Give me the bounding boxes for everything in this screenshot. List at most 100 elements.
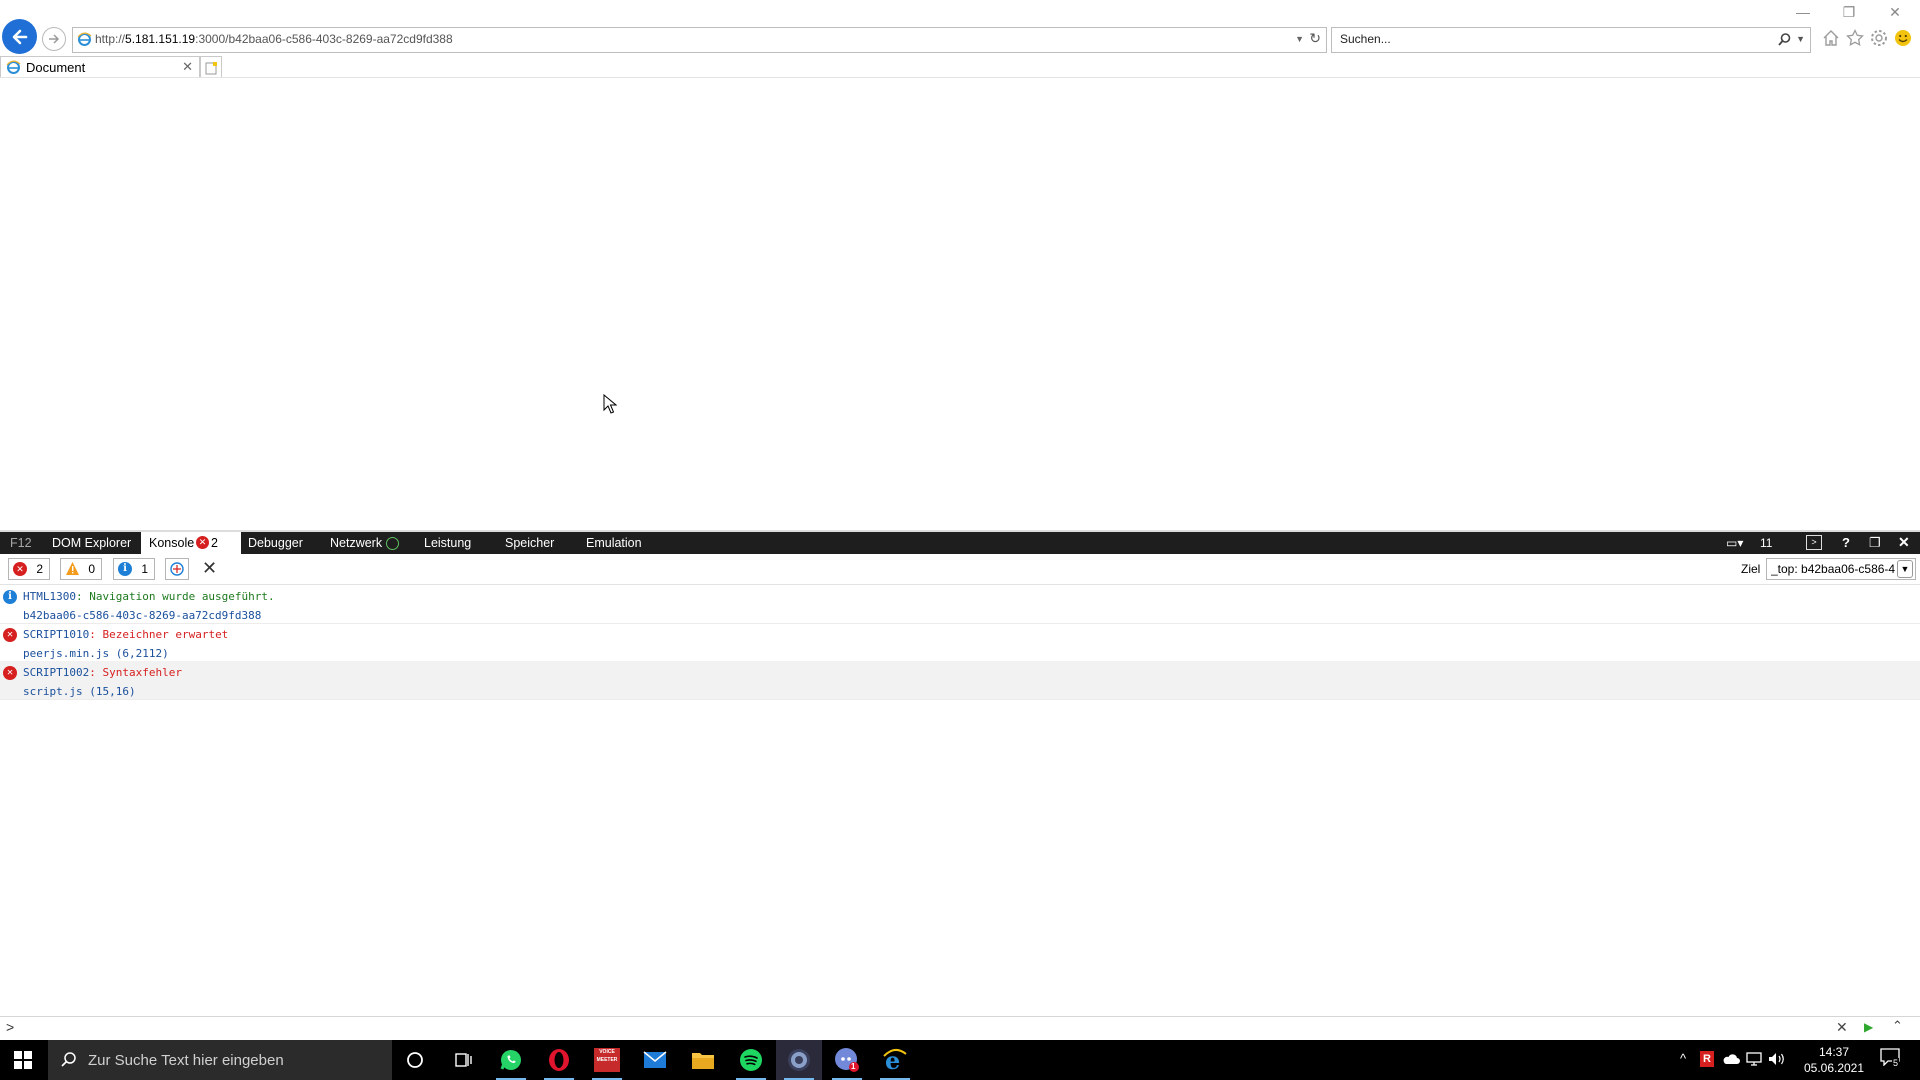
obs-icon[interactable] bbox=[776, 1040, 822, 1080]
tab-document[interactable]: Document ✕ bbox=[0, 56, 200, 79]
address-url: http://5.181.151.19:3000/b42baa06-c586-4… bbox=[95, 32, 453, 46]
arrow-right-icon bbox=[49, 34, 60, 44]
tab-emulation[interactable]: Emulation bbox=[578, 532, 650, 554]
windows-logo-icon bbox=[14, 1051, 32, 1069]
tab-f12[interactable]: F12 bbox=[2, 532, 40, 554]
tray-app-icon[interactable]: R bbox=[1700, 1051, 1714, 1067]
filter-errors-button[interactable]: ✕ 2 bbox=[8, 558, 50, 580]
tab-title: Document bbox=[26, 60, 86, 75]
volume-icon[interactable] bbox=[1768, 1052, 1786, 1066]
search-placeholder: Suchen... bbox=[1340, 32, 1391, 46]
console-message-text: SCRIPT1010: Bezeichner erwartet bbox=[23, 628, 229, 641]
preserve-log-button[interactable] bbox=[165, 558, 189, 580]
forward-button[interactable] bbox=[42, 27, 66, 51]
feedback-smiley-icon[interactable] bbox=[1894, 29, 1912, 47]
tab-dom-explorer[interactable]: DOM Explorer bbox=[44, 532, 139, 554]
page-viewport[interactable] bbox=[0, 78, 1920, 530]
devtools-tab-bar: F12 DOM Explorer Konsole ✕ 2 Debugger Ne… bbox=[0, 532, 1920, 554]
cortana-icon[interactable] bbox=[392, 1040, 438, 1080]
ie-page-icon bbox=[77, 32, 92, 46]
clock-time: 14:37 bbox=[1818, 1045, 1850, 1059]
tab-konsole[interactable]: Konsole ✕ 2 bbox=[141, 532, 241, 554]
network-icon[interactable] bbox=[1746, 1052, 1762, 1066]
refresh-icon[interactable]: ↻ bbox=[1309, 30, 1321, 47]
back-button[interactable] bbox=[2, 19, 37, 54]
ie-tab-icon bbox=[6, 60, 21, 74]
clear-console-icon[interactable]: ✕ bbox=[202, 558, 217, 579]
arrow-left-icon bbox=[12, 29, 27, 44]
discord-badge: 1 bbox=[851, 1062, 856, 1071]
voicemeeter-icon[interactable]: VOICE MEETER bbox=[584, 1040, 630, 1080]
tab-speicher[interactable]: Speicher bbox=[497, 532, 562, 554]
clear-input-icon[interactable]: ✕ bbox=[1836, 1019, 1848, 1036]
action-center-button[interactable]: 5 bbox=[1880, 1048, 1904, 1072]
clear-on-navigate-icon bbox=[170, 562, 184, 576]
chevron-down-icon: ▼ bbox=[1897, 560, 1913, 578]
settings-gear-icon[interactable] bbox=[1870, 29, 1888, 47]
tab-netzwerk[interactable]: Netzwerk bbox=[322, 532, 399, 554]
close-devtools-icon[interactable]: ✕ bbox=[1898, 534, 1910, 551]
document-mode-value[interactable]: 11 bbox=[1760, 536, 1772, 550]
console-input[interactable]: > ✕ ▶ ⌃ bbox=[0, 1016, 1920, 1039]
console-message[interactable]: i HTML1300: Navigation wurde ausgeführt.… bbox=[0, 585, 1920, 624]
konsole-error-count: 2 bbox=[211, 536, 218, 550]
info-icon: i bbox=[118, 562, 132, 576]
start-button[interactable] bbox=[0, 1040, 46, 1080]
new-tab-icon bbox=[205, 62, 217, 75]
target-select[interactable]: _top: b42baa06-c586-4( ▼ bbox=[1766, 558, 1916, 580]
console-message-text: SCRIPT1002: Syntaxfehler bbox=[23, 666, 182, 679]
whatsapp-icon[interactable] bbox=[488, 1040, 534, 1080]
console-message-source[interactable]: script.js (15,16) bbox=[23, 685, 136, 698]
record-icon bbox=[386, 537, 399, 550]
task-view-icon[interactable] bbox=[440, 1040, 486, 1080]
tab-konsole-label: Konsole bbox=[149, 536, 195, 550]
document-mode-icon[interactable]: ▭▾ bbox=[1726, 536, 1743, 550]
search-box[interactable]: Suchen... ▼ bbox=[1331, 27, 1811, 53]
expand-input-icon[interactable]: ⌃ bbox=[1892, 1018, 1903, 1034]
warning-icon bbox=[66, 562, 79, 575]
help-icon[interactable]: ? bbox=[1842, 535, 1850, 550]
console-message-text: HTML1300: Navigation wurde ausgeführt. bbox=[23, 590, 275, 603]
opera-icon[interactable] bbox=[536, 1040, 582, 1080]
notification-count: 5 bbox=[1892, 1058, 1900, 1068]
file-explorer-icon[interactable] bbox=[680, 1040, 726, 1080]
taskbar-search-box[interactable]: Zur Suche Text hier eingeben bbox=[48, 1040, 392, 1080]
console-toggle-icon[interactable]: > bbox=[1806, 535, 1822, 550]
internet-explorer-icon[interactable]: e bbox=[872, 1040, 918, 1080]
tab-debugger[interactable]: Debugger bbox=[240, 532, 311, 554]
target-select-value: _top: b42baa06-c586-4( bbox=[1771, 562, 1895, 576]
search-dropdown-icon[interactable]: ▼ bbox=[1796, 34, 1805, 44]
console-message-source[interactable]: peerjs.min.js (6,2112) bbox=[23, 647, 169, 660]
favorites-star-icon[interactable] bbox=[1846, 29, 1864, 47]
filter-warnings-button[interactable]: 0 bbox=[60, 558, 102, 580]
restore-button[interactable]: ❐ bbox=[1834, 4, 1864, 21]
voicemeeter-label: VOICE MEETER bbox=[594, 1048, 620, 1072]
console-message[interactable]: ✕ SCRIPT1002: Syntaxfehler script.js (15… bbox=[0, 661, 1920, 700]
console-message[interactable]: ✕ SCRIPT1010: Bezeichner erwartet peerjs… bbox=[0, 623, 1920, 662]
close-window-button[interactable]: ✕ bbox=[1880, 4, 1910, 21]
home-icon[interactable] bbox=[1822, 29, 1840, 47]
address-dropdown-icon[interactable]: ▼ bbox=[1295, 34, 1304, 44]
windows-taskbar: Zur Suche Text hier eingeben VOICE MEETE… bbox=[0, 1040, 1920, 1080]
error-icon: ✕ bbox=[3, 666, 17, 680]
onedrive-icon[interactable] bbox=[1722, 1053, 1740, 1065]
search-icon[interactable] bbox=[1777, 32, 1792, 47]
address-bar[interactable]: http://5.181.151.19:3000/b42baa06-c586-4… bbox=[72, 27, 1327, 53]
close-tab-icon[interactable]: ✕ bbox=[182, 59, 193, 75]
mouse-cursor-icon bbox=[603, 394, 617, 414]
error-count: 2 bbox=[36, 562, 43, 576]
taskbar-search-placeholder: Zur Suche Text hier eingeben bbox=[88, 1052, 284, 1069]
discord-icon[interactable]: 1 bbox=[824, 1040, 870, 1080]
console-message-source[interactable]: b42baa06-c586-403c-8269-aa72cd9fd388 bbox=[23, 609, 261, 622]
filter-infos-button[interactable]: i 1 bbox=[113, 558, 155, 580]
info-icon: i bbox=[3, 590, 17, 604]
tray-overflow-icon[interactable]: ^ bbox=[1680, 1051, 1686, 1066]
run-script-icon[interactable]: ▶ bbox=[1864, 1020, 1873, 1034]
minimize-button[interactable]: — bbox=[1788, 4, 1818, 20]
clock-date: 05.06.2021 bbox=[1803, 1061, 1865, 1075]
taskbar-clock[interactable]: 14:37 05.06.2021 bbox=[1788, 1044, 1880, 1076]
spotify-icon[interactable] bbox=[728, 1040, 774, 1080]
undock-icon[interactable]: ❐ bbox=[1869, 535, 1881, 551]
tab-leistung[interactable]: Leistung bbox=[416, 532, 479, 554]
mail-icon[interactable] bbox=[632, 1040, 678, 1080]
